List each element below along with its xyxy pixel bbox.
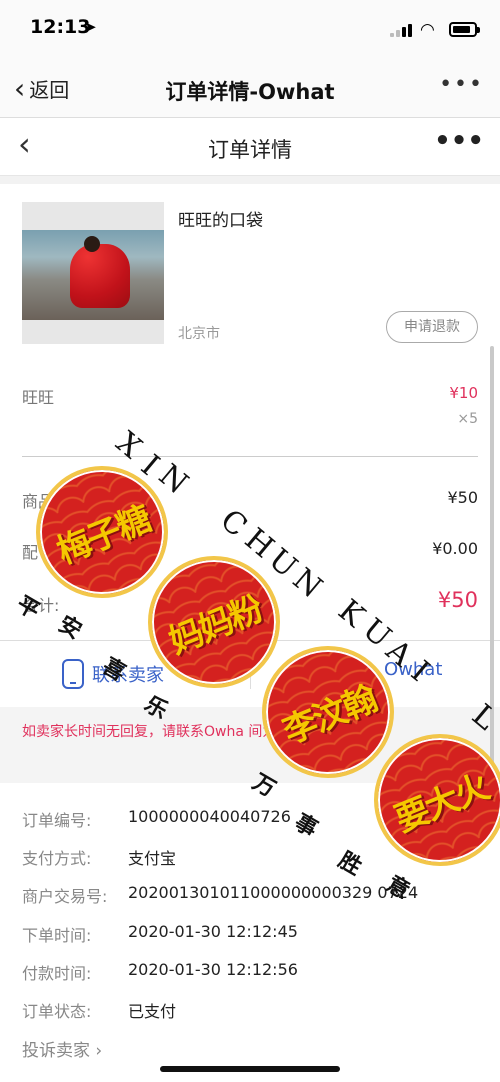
order-status-row: 订单状态: 已支付 bbox=[22, 998, 176, 1022]
product-city: 北京市 bbox=[178, 326, 220, 342]
payment-time: 2020-01-30 12:12:56 bbox=[128, 960, 298, 979]
contact-divider bbox=[250, 659, 251, 689]
refund-button[interactable]: 申请退款 bbox=[386, 311, 478, 343]
contact-owhat-label: Owhat bbox=[384, 659, 443, 680]
item-price: ¥10 bbox=[449, 384, 478, 402]
order-time: 2020-01-30 12:12:45 bbox=[128, 922, 298, 941]
goods-value: ¥50 bbox=[447, 488, 478, 507]
contact-bar: 联系卖家 Owhat bbox=[0, 641, 500, 707]
contact-seller-button[interactable]: 联系卖家 bbox=[62, 659, 164, 689]
item-row: 旺旺 bbox=[22, 384, 478, 408]
shipping-row: 配 ¥0.00 bbox=[22, 539, 478, 563]
location-arrow-icon: ➤ bbox=[84, 18, 97, 36]
item-name: 旺旺 bbox=[22, 388, 55, 407]
app-nav-bar: ‹ 订单详情 ••• bbox=[0, 118, 500, 176]
order-number-row: 订单编号: 1000000040040726 bbox=[22, 807, 291, 831]
overlay-letter: I bbox=[134, 448, 166, 483]
payment-method-row: 支付方式: 支付宝 bbox=[22, 845, 176, 869]
notice-banner: 如卖家长时间无回复，请联系Owha 间为您解决订单问题。 bbox=[0, 707, 500, 783]
total-label: 合计: bbox=[22, 596, 60, 615]
contact-seller-label: 联系卖家 bbox=[92, 665, 164, 686]
order-status: 已支付 bbox=[128, 1002, 177, 1021]
info-label: 支付方式: bbox=[22, 849, 92, 868]
stamp-text: 梅子糖 bbox=[51, 498, 156, 572]
total-value: ¥50 bbox=[437, 588, 478, 612]
complain-seller-link[interactable]: 投诉卖家 › bbox=[22, 1036, 102, 1061]
total-row: 合计: ¥50 bbox=[22, 588, 478, 616]
overlay-character: 胜 bbox=[333, 846, 367, 881]
info-label: 付款时间: bbox=[22, 964, 92, 983]
info-label: 订单编号: bbox=[22, 811, 92, 830]
wifi-icon: ◠ bbox=[420, 20, 435, 40]
section-divider bbox=[0, 176, 500, 184]
home-indicator[interactable] bbox=[160, 1066, 340, 1072]
payment-method: 支付宝 bbox=[128, 849, 177, 868]
transaction-row: 商户交易号: 202001301011000000000329 0724 bbox=[22, 883, 418, 907]
phone-icon bbox=[62, 659, 84, 689]
info-label: 订单状态: bbox=[22, 1002, 92, 1021]
battery-icon bbox=[449, 22, 480, 37]
signal-icon bbox=[390, 23, 414, 37]
complain-label: 投诉卖家 bbox=[22, 1041, 90, 1061]
product-photo bbox=[22, 230, 164, 320]
browser-nav-bar: ‹ 返回 订单详情-Owhat ••• bbox=[0, 60, 500, 118]
overlay-character: 事 bbox=[289, 808, 323, 843]
goods-row: 商品 ¥50 bbox=[22, 488, 478, 512]
product-name[interactable]: 旺旺的口袋 bbox=[178, 206, 263, 231]
transaction-number: 202001301011000000000329 0724 bbox=[128, 883, 419, 902]
info-label: 下单时间: bbox=[22, 926, 92, 945]
chevron-right-icon: › bbox=[95, 1041, 103, 1061]
more-menu-button[interactable]: ••• bbox=[439, 72, 484, 97]
status-bar: 12:13 ➤ ◠ bbox=[0, 0, 500, 60]
order-number: 1000000040040726 bbox=[128, 807, 291, 826]
contact-owhat-button[interactable]: Owhat bbox=[384, 659, 442, 680]
overlay-letter: X bbox=[109, 425, 149, 466]
order-time-row: 下单时间: 2020-01-30 12:12:45 bbox=[22, 922, 298, 946]
inner-title: 订单详情 bbox=[208, 138, 292, 162]
product-thumbnail[interactable] bbox=[22, 202, 164, 344]
divider bbox=[22, 456, 478, 457]
inner-more-button[interactable]: ••• bbox=[434, 126, 484, 156]
shipping-value: ¥0.00 bbox=[432, 539, 478, 558]
status-time: 12:13 bbox=[30, 16, 91, 38]
page-title: 订单详情-Owhat bbox=[165, 80, 335, 104]
order-detail-page: 12:13 ➤ ◠ ‹ 返回 订单详情-Owhat ••• ‹ 订单详情 •••… bbox=[0, 0, 500, 1082]
payment-time-row: 付款时间: 2020-01-30 12:12:56 bbox=[22, 960, 298, 984]
item-quantity: ×5 bbox=[457, 411, 478, 427]
info-label: 商户交易号: bbox=[22, 887, 108, 906]
scrollbar[interactable] bbox=[490, 346, 494, 816]
shipping-label: 配 bbox=[22, 543, 39, 562]
goods-label: 商品 bbox=[22, 492, 55, 511]
